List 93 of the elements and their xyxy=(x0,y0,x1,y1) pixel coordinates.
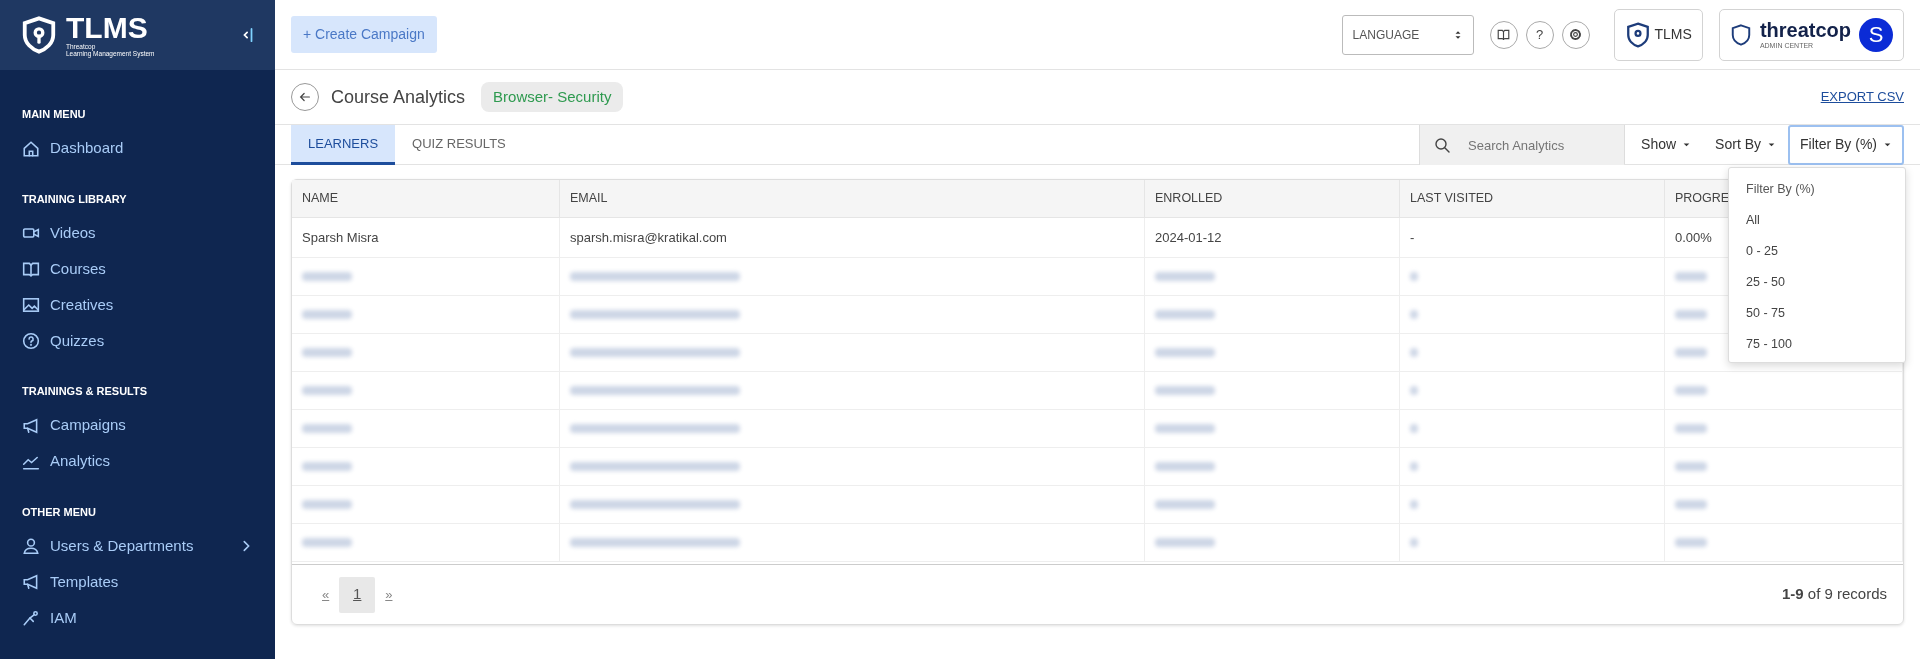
tab[interactable]: LEARNERS xyxy=(291,125,396,165)
redacted-text xyxy=(1410,310,1418,319)
table-cell: - xyxy=(1400,218,1665,258)
redacted-text xyxy=(302,500,352,509)
redacted-text xyxy=(1410,386,1418,395)
table-cell: sparsh.misra@kratikal.com xyxy=(560,218,1145,258)
dropdown-option[interactable]: 75 - 100 xyxy=(1729,329,1905,360)
language-select[interactable]: LANGUAGE xyxy=(1341,14,1474,55)
redacted-text xyxy=(302,386,352,395)
back-arrow-icon xyxy=(298,90,312,104)
export-csv-link[interactable]: EXPORT CSV xyxy=(1820,87,1904,107)
sidebar-item[interactable]: Videos xyxy=(0,215,275,251)
record-summary: 1-9 of 9 records xyxy=(1781,584,1887,605)
redacted-text xyxy=(1155,462,1215,471)
redacted-text xyxy=(1155,310,1215,319)
network-icon xyxy=(22,609,40,627)
section-heading: MAIN MENU xyxy=(21,107,87,122)
redacted-text xyxy=(1155,500,1215,509)
column-header: ENROLLED xyxy=(1145,180,1400,218)
megaphone-icon xyxy=(22,416,40,435)
redacted-text xyxy=(1675,386,1707,395)
caret-down-icon xyxy=(1767,140,1776,149)
caret-down-icon xyxy=(1682,140,1692,149)
redacted-text xyxy=(1155,424,1215,433)
search-field[interactable]: Search Analytics xyxy=(1466,133,1597,157)
table-cell: Sparsh Misra xyxy=(292,218,560,258)
help-icon xyxy=(22,332,40,350)
filter-dropdown[interactable]: Sort By xyxy=(1703,124,1788,165)
sidebar-item[interactable]: Courses xyxy=(0,251,275,287)
page-title: Course Analytics xyxy=(331,85,466,109)
redacted-text xyxy=(302,348,352,357)
dropdown-option[interactable]: 50 - 75 xyxy=(1729,298,1905,329)
column-header: NAME xyxy=(292,180,560,218)
settings-icon xyxy=(1569,28,1583,41)
book-icon xyxy=(1497,28,1511,41)
redacted-text xyxy=(302,462,352,471)
section-heading: TRAININGS & RESULTS xyxy=(21,384,149,399)
sidebar-item[interactable]: Dashboard xyxy=(0,130,275,167)
shield-logo-icon xyxy=(20,14,58,56)
column-header: EMAIL xyxy=(560,180,1145,218)
sidebar-item[interactable]: Quizzes xyxy=(0,323,275,359)
redacted-text xyxy=(1675,538,1707,547)
avatar[interactable]: S xyxy=(1859,17,1893,52)
redacted-text xyxy=(1155,386,1215,395)
redacted-text xyxy=(1155,272,1215,281)
redacted-text xyxy=(1410,272,1418,281)
user-icon xyxy=(22,537,40,555)
redacted-text xyxy=(302,272,352,281)
create-campaign-button[interactable]: + Create Campaign xyxy=(291,16,437,53)
redacted-text xyxy=(1675,272,1707,281)
sidebar-item[interactable]: IAM xyxy=(0,600,275,636)
page-link[interactable]: 1 xyxy=(339,576,376,613)
course-tag: Browser- Security xyxy=(481,81,624,113)
search-icon xyxy=(1434,137,1451,153)
open-book-icon xyxy=(22,260,40,278)
tab[interactable]: QUIZ RESULTS xyxy=(395,125,523,165)
next-page-link[interactable]: » xyxy=(375,584,403,605)
redacted-text xyxy=(1675,310,1707,319)
brand-name: threatcop xyxy=(1759,19,1851,41)
redacted-text xyxy=(1675,424,1707,433)
column-header: LAST VISITED xyxy=(1400,180,1665,218)
redacted-text xyxy=(302,310,352,319)
table-cell: 2024-01-12 xyxy=(1145,218,1400,258)
logo-link[interactable]: TLMS xyxy=(1613,8,1703,61)
previous-page-link[interactable]: « xyxy=(312,584,340,605)
redacted-text xyxy=(302,538,352,547)
redacted-text xyxy=(1675,348,1707,357)
redacted-text xyxy=(1410,348,1418,357)
sidebar-item[interactable]: Campaigns xyxy=(0,407,275,444)
redacted-text xyxy=(1675,500,1707,509)
sidebar-item[interactable]: Creatives xyxy=(0,287,275,323)
home-icon xyxy=(22,139,40,158)
logo-title: TLMS xyxy=(66,12,149,43)
redacted-text xyxy=(1155,348,1215,357)
filter-dropdown[interactable]: Show xyxy=(1629,124,1704,165)
sidebar-item[interactable]: Users & Departments xyxy=(0,528,275,564)
redacted-text xyxy=(1410,538,1418,547)
redacted-text xyxy=(1410,424,1418,433)
redacted-text xyxy=(302,424,352,433)
redacted-text xyxy=(1675,462,1707,471)
sidebar-item[interactable]: Templates xyxy=(0,564,275,600)
sidebar-item[interactable]: Analytics xyxy=(0,443,275,480)
megaphone-icon xyxy=(22,573,40,591)
caret-down-icon xyxy=(1883,140,1892,149)
search-box[interactable]: Search Analytics xyxy=(1419,125,1625,165)
section-heading: OTHER MENU xyxy=(21,504,97,520)
section-heading: TRAINING LIBRARY xyxy=(21,191,128,207)
redacted-text xyxy=(1410,462,1418,471)
filter-dropdown[interactable]: Filter By (%) xyxy=(1788,124,1904,165)
image-icon xyxy=(22,296,40,314)
redacted-text xyxy=(1155,538,1215,547)
dropdown-option[interactable]: 25 - 50 xyxy=(1729,267,1905,298)
redacted-text xyxy=(1410,500,1418,509)
